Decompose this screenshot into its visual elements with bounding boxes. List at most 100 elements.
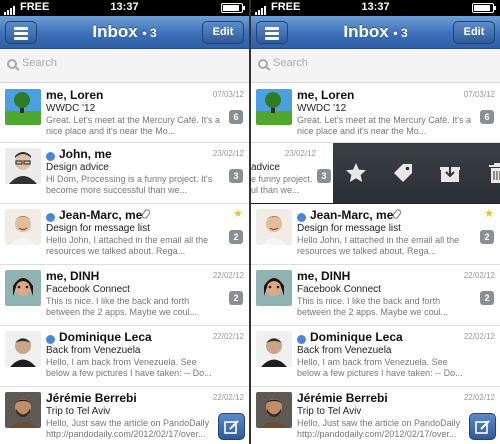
archive-icon: [440, 163, 460, 182]
search-icon: [258, 59, 268, 69]
date: 07/03/12: [463, 90, 495, 99]
preview: Hello, Just saw the article on PandoDail…: [46, 418, 210, 439]
thread-count-badge: 2: [480, 291, 494, 305]
subject: Trip to Tel Aviv: [46, 406, 111, 417]
date: 22/02/12: [212, 393, 244, 402]
subject: Back from Venezuela: [46, 345, 141, 356]
subject: advice: [251, 162, 280, 173]
list-item[interactable]: me, DINH 22/02/12 Facebook Connect This is …: [0, 265, 249, 326]
list-item[interactable]: me, Loren 07/03/12 WWDC '12 Great. Let's me…: [251, 84, 500, 143]
search-input[interactable]: [273, 57, 473, 69]
preview: Hello John, I attached in the email all …: [297, 235, 460, 256]
nav-bar: Inbox • 3 Edit: [0, 16, 249, 49]
list-item[interactable]: Dominique Leca 22/02/12 Back from Venezuel…: [251, 326, 500, 387]
preview: Hello, I am back from Venezuela. See bel…: [297, 357, 463, 378]
subject: Design for message list: [297, 223, 401, 234]
preview: Great. Let's meet at the Mercury Café. I…: [46, 115, 221, 136]
star-button[interactable]: [344, 161, 368, 185]
subject: WWDC '12: [46, 103, 96, 114]
search-icon: [7, 59, 17, 69]
inbox-screen-right: FREE 13:37 Inbox • 3 Edit me, Loren 07/03…: [251, 0, 500, 444]
unread-count: • 3: [142, 26, 157, 40]
sender: me, DINH: [297, 269, 351, 283]
list-item[interactable]: Jean-Marc, me ★ Design for message list Hel…: [0, 204, 249, 265]
inbox-screen-left: FREE 13:37 Inbox • 3 Edit me, Loren 07/03…: [0, 0, 249, 444]
avatar: [5, 331, 41, 367]
list-item[interactable]: Jean-Marc, me ★ Design for message list Hel…: [251, 204, 500, 265]
battery-icon: [472, 3, 496, 13]
sender: Dominique Leca: [310, 330, 403, 344]
avatar: [256, 392, 292, 428]
preview: Hi Dom, Processing is a funny project. I…: [46, 174, 213, 195]
message-list: me, Loren 07/03/12 WWDC '12 Great. Let's me…: [251, 84, 500, 444]
compose-button[interactable]: [469, 413, 496, 440]
title-text: Inbox: [343, 22, 389, 41]
preview-line: ul than we...: [251, 185, 300, 195]
sender: me, Loren: [297, 88, 355, 102]
list-item[interactable]: Jérémie Berrebi 22/02/12 Trip to Tel Aviv H…: [251, 387, 500, 444]
compose-icon: [224, 420, 239, 434]
search-bar: [0, 49, 249, 83]
unread-dot-icon: [46, 335, 55, 344]
date: 23/02/12: [212, 149, 244, 158]
avatar: [5, 209, 41, 245]
avatar: [256, 331, 292, 367]
star-icon: ★: [233, 208, 243, 220]
preview: Hello John, I attached in the email all …: [46, 235, 209, 256]
subject: Trip to Tel Aviv: [297, 406, 362, 417]
tag-button[interactable]: [391, 161, 415, 185]
sender: Jérémie Berrebi: [297, 391, 388, 405]
trash-icon: [489, 163, 500, 183]
list-item[interactable]: me, DINH 22/02/12 Facebook Connect This is …: [251, 265, 500, 326]
clock: 13:37: [361, 1, 390, 13]
sender: Jérémie Berrebi: [46, 391, 137, 405]
sender: Jean-Marc, me: [310, 208, 394, 222]
list-item[interactable]: Jérémie Berrebi 22/02/12 Trip to Tel Aviv H…: [0, 387, 249, 444]
unread-dot-icon: [46, 152, 55, 161]
avatar: [5, 148, 41, 184]
sender: me, DINH: [46, 269, 100, 283]
subject: Design advice: [46, 162, 109, 173]
avatar: [256, 209, 292, 245]
search-input[interactable]: [22, 57, 222, 69]
compose-icon: [475, 420, 490, 434]
list-item[interactable]: John, me 23/02/12 Design advice Hi Dom, Pro…: [0, 143, 249, 204]
preview: Hello, Just saw the article on PandoDail…: [297, 418, 461, 439]
star-icon: ★: [484, 208, 494, 220]
status-bar: FREE 13:37: [251, 0, 500, 16]
preview-line: e funny project.: [251, 174, 313, 184]
trash-button[interactable]: [485, 161, 500, 185]
compose-button[interactable]: [218, 413, 245, 440]
search-bar: [251, 49, 500, 83]
preview: This is nice. I like the back and forth …: [297, 296, 449, 317]
subject: Facebook Connect: [297, 284, 381, 295]
thread-count-badge: 3: [317, 169, 331, 183]
edit-button[interactable]: Edit: [453, 21, 495, 44]
swipe-actions-row: 23/02/12 advice e funny project. ul than we…: [251, 143, 500, 204]
sender: Dominique Leca: [59, 330, 152, 344]
avatar: [5, 392, 41, 428]
date: 22/02/12: [463, 332, 495, 341]
subject: Back from Venezuela: [297, 345, 392, 356]
preview: e funny project. ul than we...: [251, 174, 313, 196]
avatar: [256, 270, 292, 306]
sender: Jean-Marc, me: [59, 208, 143, 222]
subject: WWDC '12: [297, 103, 347, 114]
list-item[interactable]: me, Loren 07/03/12 WWDC '12 Great. Let's me…: [0, 84, 249, 143]
unread-count: • 3: [393, 26, 408, 40]
archive-button[interactable]: [438, 161, 462, 185]
edit-button[interactable]: Edit: [202, 21, 244, 44]
star-icon: [346, 163, 366, 182]
thread-count-badge: 6: [480, 110, 494, 124]
battery-icon: [221, 3, 245, 13]
unread-dot-icon: [297, 335, 306, 344]
unread-dot-icon: [297, 213, 306, 222]
thread-count-badge: 6: [229, 110, 243, 124]
tag-icon: [394, 164, 412, 182]
date: 22/02/12: [212, 271, 244, 280]
preview: Hello, I am back from Venezuela. See bel…: [46, 357, 212, 378]
date: 23/02/12: [284, 149, 316, 158]
swiped-message-fragment[interactable]: 23/02/12 advice e funny project. ul than we…: [251, 143, 333, 203]
list-item[interactable]: Dominique Leca 22/02/12 Back from Venezuel…: [0, 326, 249, 387]
preview: This is nice. I like the back and forth …: [46, 296, 198, 317]
